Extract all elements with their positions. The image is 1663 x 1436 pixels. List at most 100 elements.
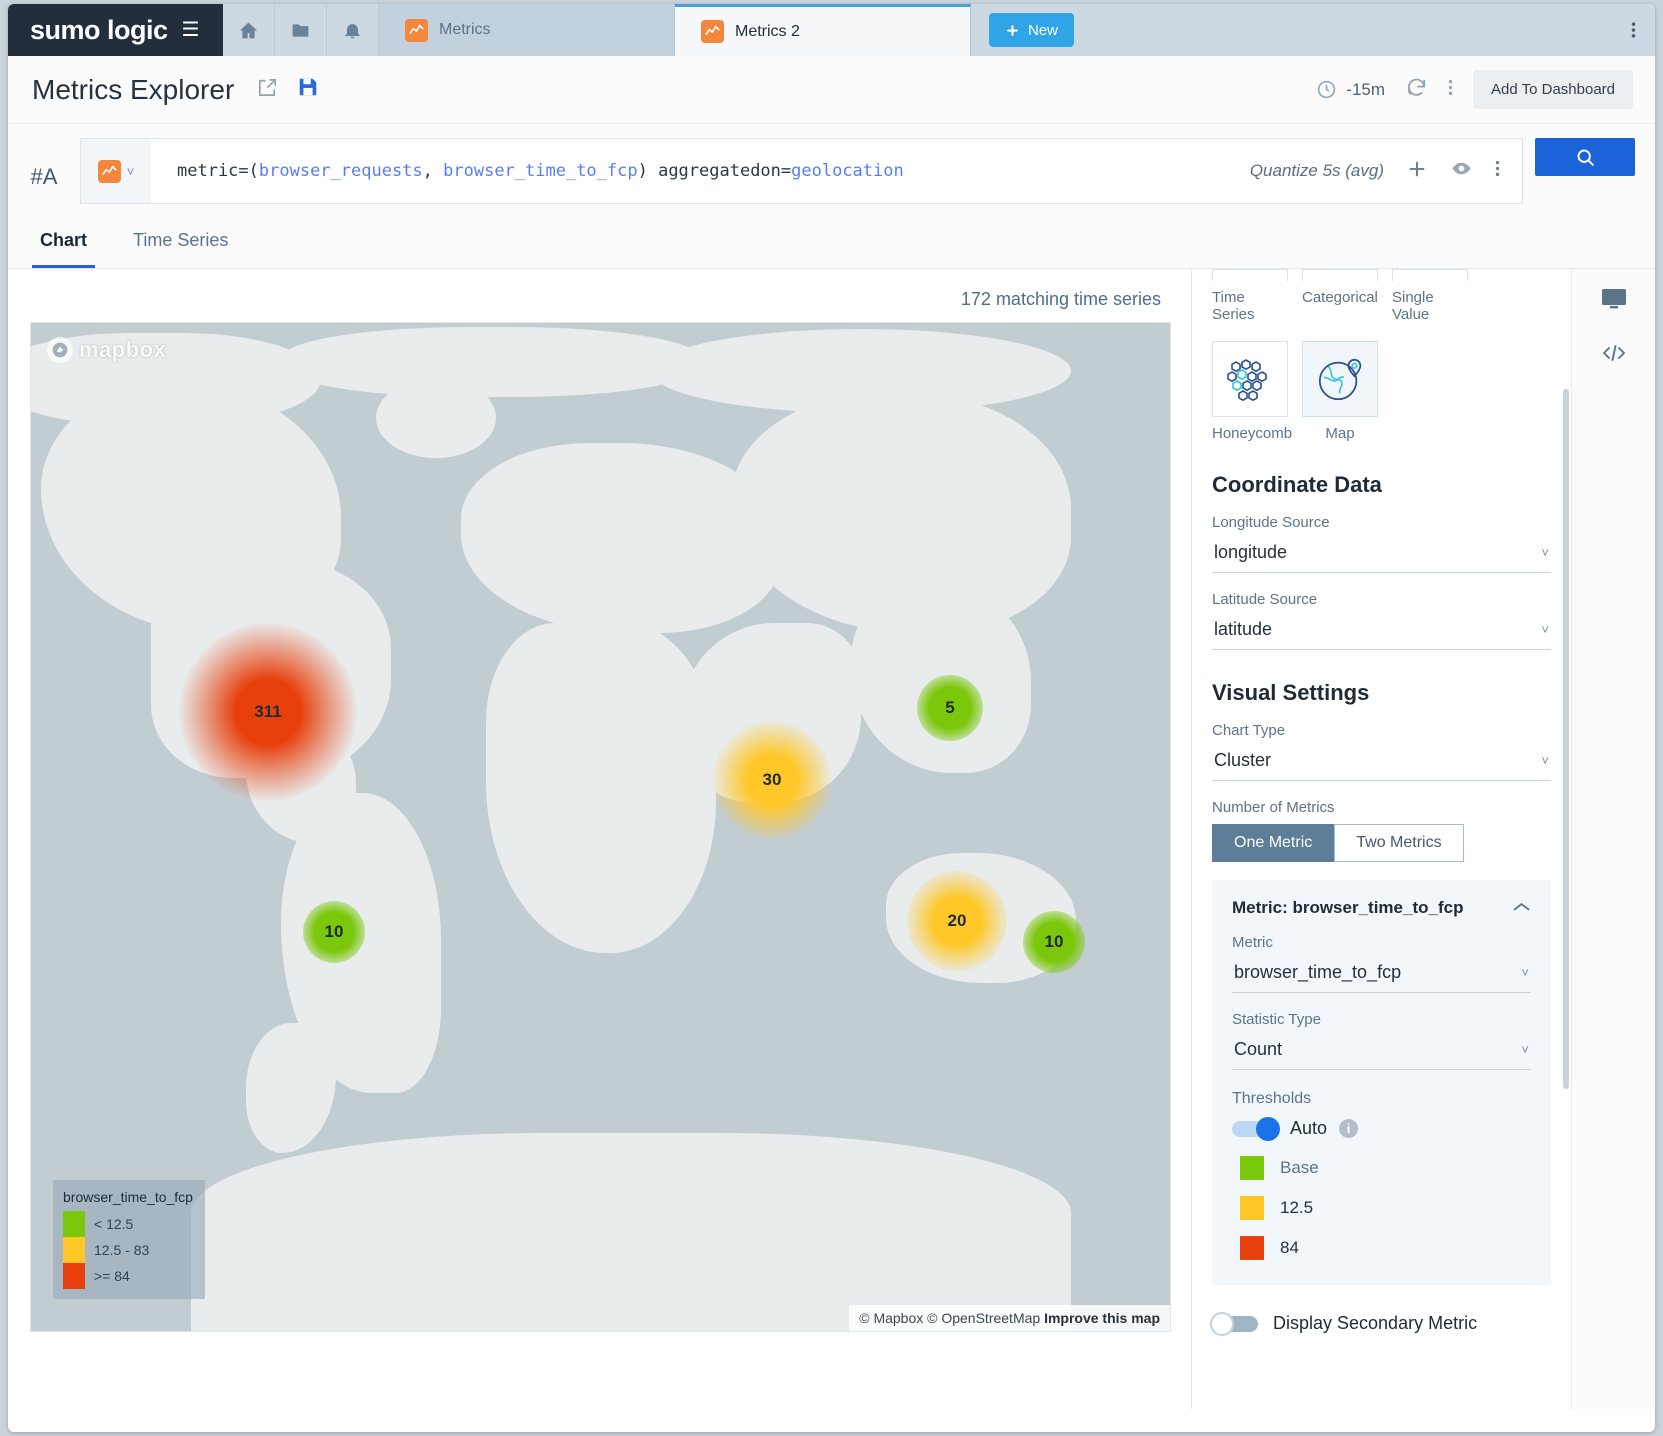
tab-label: Metrics 2: [735, 23, 800, 41]
query-token: ,: [423, 161, 443, 181]
tab-metrics-2[interactable]: Metrics 2: [675, 4, 971, 56]
metrics-chart-icon: [98, 160, 121, 183]
query-actions: [1402, 157, 1522, 185]
metric-config-card: Metric: browser_time_to_fcp Metric brows…: [1212, 880, 1551, 1285]
query-type-selector[interactable]: ˅: [81, 139, 151, 203]
attribution-osm[interactable]: © OpenStreetMap: [927, 1310, 1040, 1326]
cluster-value: 311: [254, 702, 281, 722]
folder-icon[interactable]: [275, 4, 327, 56]
chevron-down-icon: ˅: [1541, 622, 1549, 637]
map-visualization[interactable]: mapbox 311 30 5 20 10: [30, 322, 1171, 1332]
viz-box[interactable]: [1212, 341, 1288, 417]
cluster-australia[interactable]: 20: [907, 871, 1007, 971]
legend-swatch-green: [63, 1211, 85, 1237]
chevron-down-icon: ˅: [1521, 1042, 1529, 1057]
auto-threshold-toggle[interactable]: [1232, 1121, 1278, 1137]
legend-label: 12.5 - 83: [94, 1242, 149, 1258]
longitude-source-select[interactable]: longitude ˅: [1212, 539, 1551, 573]
search-button[interactable]: [1535, 138, 1635, 176]
chevron-up-icon[interactable]: [1512, 898, 1531, 918]
landmass-africa: [486, 623, 716, 953]
legend-swatch-yellow: [63, 1237, 85, 1263]
query-text[interactable]: metric=(browser_requests, browser_time_t…: [151, 161, 1250, 181]
monitor-preview-icon[interactable]: [1601, 287, 1627, 316]
hamburger-icon[interactable]: ☰: [182, 20, 200, 40]
brand-logo: sumo logic: [30, 15, 168, 46]
viz-category-single-value[interactable]: Single Value: [1392, 269, 1468, 323]
refresh-icon[interactable]: [1405, 76, 1428, 104]
cluster-india[interactable]: 30: [713, 721, 831, 839]
threshold-value: 84: [1280, 1238, 1299, 1258]
home-icon[interactable]: [223, 4, 275, 56]
visual-settings-title: Visual Settings: [1212, 680, 1551, 706]
chart-type-label: Chart Type: [1212, 722, 1551, 739]
globe-pin-icon: [1315, 354, 1365, 404]
cluster-north-america[interactable]: 311: [179, 623, 357, 801]
chart-type-select[interactable]: Cluster ˅: [1212, 747, 1551, 781]
query-row: #A ˅ metric=(browser_requests, browser_t…: [8, 124, 1655, 214]
cluster-east-asia[interactable]: 5: [917, 675, 983, 741]
chart-type-value: Cluster: [1214, 750, 1271, 771]
latitude-source-value: latitude: [1214, 619, 1272, 640]
share-export-icon[interactable]: [256, 76, 279, 104]
viz-category-categorical[interactable]: Categorical: [1302, 269, 1378, 323]
legend-title: browser_time_to_fcp: [63, 1189, 195, 1205]
tab-time-series[interactable]: Time Series: [125, 214, 236, 268]
longitude-source-value: longitude: [1214, 542, 1287, 563]
brand-area: sumo logic ☰: [8, 4, 223, 56]
topbar-spacer: [1074, 4, 1611, 56]
plus-icon[interactable]: [1406, 158, 1428, 185]
save-disk-icon[interactable]: [297, 76, 319, 103]
plus-icon: [1005, 23, 1020, 38]
legend-row: >= 84: [63, 1263, 195, 1289]
cluster-new-zealand[interactable]: 10: [1023, 911, 1085, 973]
threshold-value: 12.5: [1280, 1198, 1313, 1218]
panel-scrollbar[interactable]: [1563, 389, 1569, 1089]
tab-chart[interactable]: Chart: [32, 214, 95, 268]
eye-icon[interactable]: [1450, 157, 1473, 185]
new-tab-button[interactable]: New: [989, 13, 1074, 47]
legend-row: 12.5 - 83: [63, 1237, 195, 1263]
viz-box-stub: [1302, 269, 1378, 281]
segment-one-metric[interactable]: One Metric: [1212, 824, 1334, 862]
attribution-mapbox[interactable]: © Mapbox: [859, 1310, 923, 1326]
viz-option-honeycomb[interactable]: Honeycomb: [1212, 341, 1288, 442]
metric-card-header[interactable]: Metric: browser_time_to_fcp: [1232, 898, 1531, 918]
viz-box-selected[interactable]: [1302, 341, 1378, 417]
info-icon[interactable]: i: [1339, 1119, 1358, 1138]
clock-icon: [1316, 79, 1337, 100]
honeycomb-icon: [1226, 356, 1274, 402]
metric-label: Metric: [1232, 934, 1531, 951]
tab-metrics[interactable]: Metrics: [379, 4, 675, 56]
chevron-down-icon: ˅: [1541, 753, 1549, 768]
thresholds-label: Thresholds: [1232, 1090, 1531, 1108]
cluster-south-america[interactable]: 10: [303, 901, 365, 963]
viz-option-map[interactable]: Map: [1302, 341, 1378, 442]
legend-label: >= 84: [94, 1268, 130, 1284]
kebab-icon[interactable]: [1495, 158, 1500, 184]
viz-category-row: Time Series Categorical Single Value: [1212, 269, 1551, 323]
query-input-box[interactable]: ˅ metric=(browser_requests, browser_time…: [80, 138, 1523, 204]
query-id-label: #A: [8, 138, 80, 190]
metric-select[interactable]: browser_time_to_fcp ˅: [1232, 959, 1531, 993]
segment-two-metrics[interactable]: Two Metrics: [1334, 824, 1463, 862]
time-range-picker[interactable]: -15m: [1316, 79, 1385, 100]
threshold-swatch-red[interactable]: [1240, 1236, 1264, 1260]
code-view-icon[interactable]: [1601, 342, 1627, 369]
threshold-swatch-yellow[interactable]: [1240, 1196, 1264, 1220]
kebab-icon[interactable]: [1611, 4, 1655, 56]
viz-category-time-series[interactable]: Time Series: [1212, 269, 1288, 323]
bell-icon[interactable]: [327, 4, 379, 56]
mapbox-logo[interactable]: mapbox: [47, 337, 166, 363]
chevron-down-icon: ˅: [1541, 545, 1549, 560]
threshold-swatch-green[interactable]: [1240, 1156, 1264, 1180]
statistic-type-select[interactable]: Count ˅: [1232, 1036, 1531, 1070]
kebab-icon[interactable]: [1448, 77, 1453, 103]
viz-category-label: Time Series: [1212, 289, 1288, 323]
latitude-source-select[interactable]: latitude ˅: [1212, 616, 1551, 650]
add-to-dashboard-button[interactable]: Add To Dashboard: [1473, 70, 1633, 109]
display-secondary-metric-toggle[interactable]: [1212, 1316, 1258, 1332]
improve-map-link[interactable]: Improve this map: [1044, 1310, 1160, 1326]
right-rail: [1571, 269, 1655, 1409]
cluster-value: 10: [1045, 932, 1064, 952]
